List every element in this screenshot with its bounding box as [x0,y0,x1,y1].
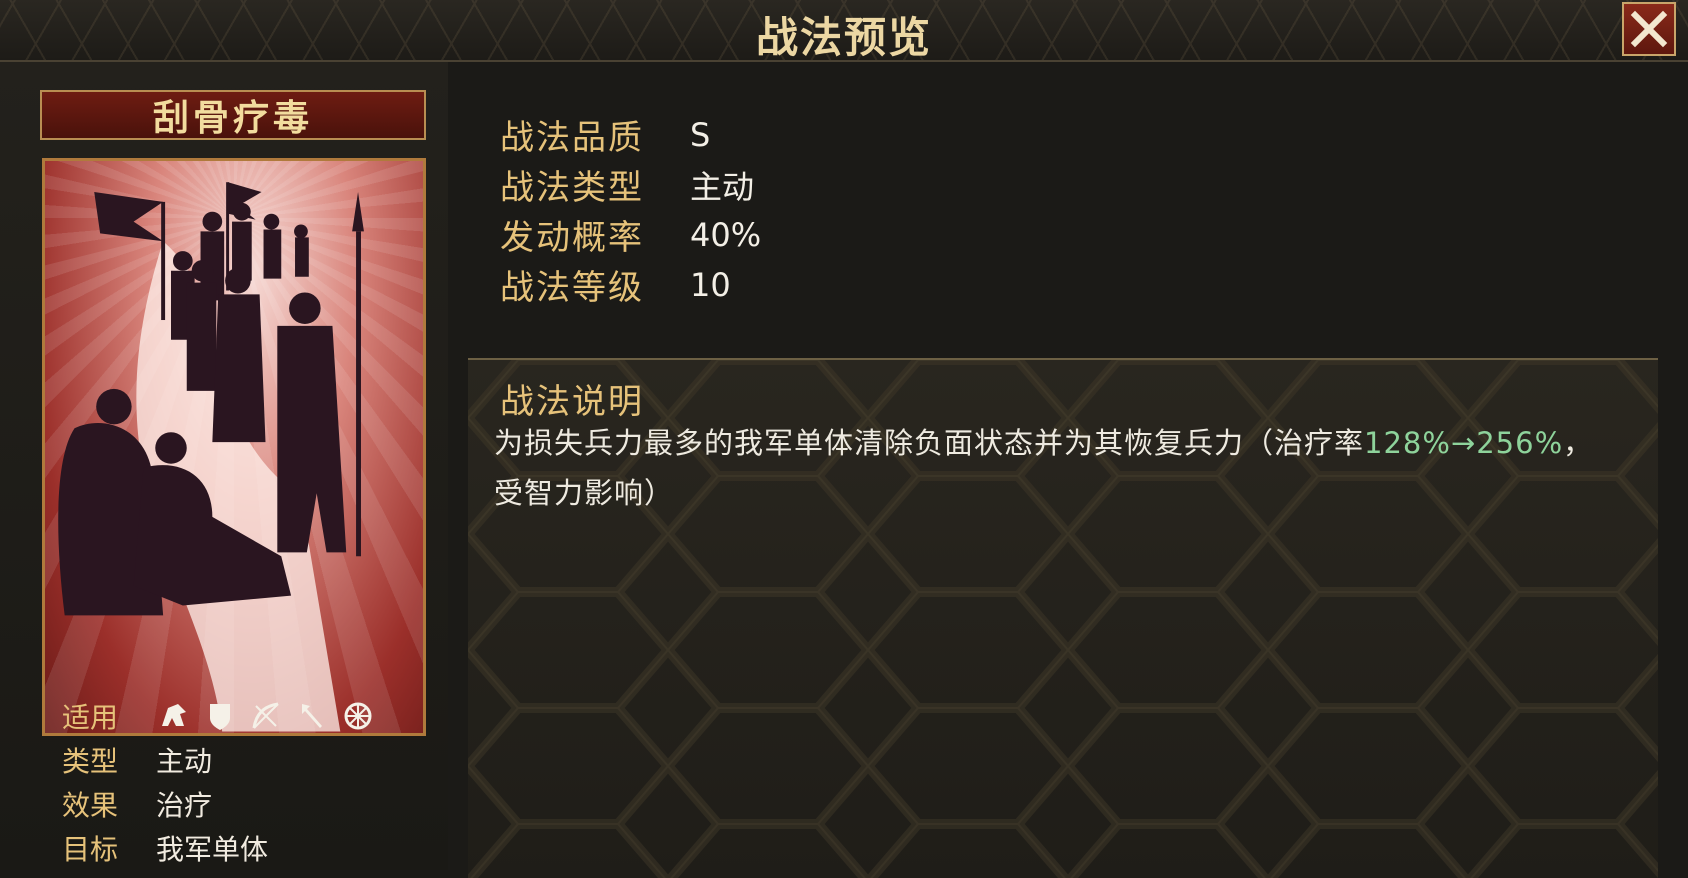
chariot-wheel-icon [340,698,376,734]
skill-name-plate: 刮骨疗毒 [40,90,426,140]
property-value: S [690,115,711,154]
target-value: 我军单体 [156,833,269,866]
meta-row-applicable: 适用 [62,694,376,738]
bow-icon [248,698,284,734]
type-label: 类型 [62,745,119,778]
troop-type-icons [156,698,376,734]
skill-illustration [42,158,426,736]
property-label: 发动概率 [500,218,644,258]
meta-row-effect: 效果 治疗 [62,782,376,826]
property-level: 战法等级 10 [500,260,731,309]
header-bar: 战法预览 [0,0,1688,62]
page-title: 战法预览 [755,13,932,62]
meta-row-type: 类型 主动 [62,738,376,782]
description-title: 战法说明 [500,382,644,422]
property-quality: 战法品质 S [500,110,710,159]
property-label: 战法类型 [500,168,644,208]
description-part1: 为损失兵力最多的我军单体清除负面状态并为其恢复兵力（治疗率 [494,426,1365,460]
close-icon [1630,10,1668,48]
silhouette-art [58,182,364,732]
property-value: 40% [690,215,762,254]
skill-card-panel: 刮骨疗毒 适用 类型 主动 效果 治疗 目标 我军单体 [0,62,448,870]
skill-meta: 适用 类型 主动 效果 治疗 目标 我军单体 [62,694,376,870]
property-trigger-rate: 发动概率 40% [500,210,761,259]
applicable-label: 适用 [62,701,119,734]
close-button[interactable] [1622,2,1676,56]
cavalry-icon [156,698,192,734]
property-value: 主动 [690,167,755,206]
description-text: 为损失兵力最多的我军单体清除负面状态并为其恢复兵力（治疗率128%→256%，受… [494,418,1614,518]
effect-label: 效果 [62,789,119,822]
description-heal-rate: 128%→256% [1364,426,1564,460]
spear-icon [294,698,330,734]
property-label: 战法等级 [500,268,644,308]
property-type: 战法类型 主动 [500,160,754,209]
target-label: 目标 [62,833,119,866]
skill-name: 刮骨疗毒 [152,97,313,139]
skill-details: 战法品质 S 战法类型 主动 发动概率 40% 战法等级 10 战法说明 为损失… [468,62,1688,878]
effect-value: 治疗 [156,789,213,822]
meta-row-target: 目标 我军单体 [62,826,376,870]
description-panel: 战法说明 为损失兵力最多的我军单体清除负面状态并为其恢复兵力（治疗率128%→2… [468,358,1658,878]
type-value: 主动 [156,745,213,778]
property-label: 战法品质 [500,118,644,158]
shield-icon [202,698,238,734]
property-value: 10 [690,265,731,304]
